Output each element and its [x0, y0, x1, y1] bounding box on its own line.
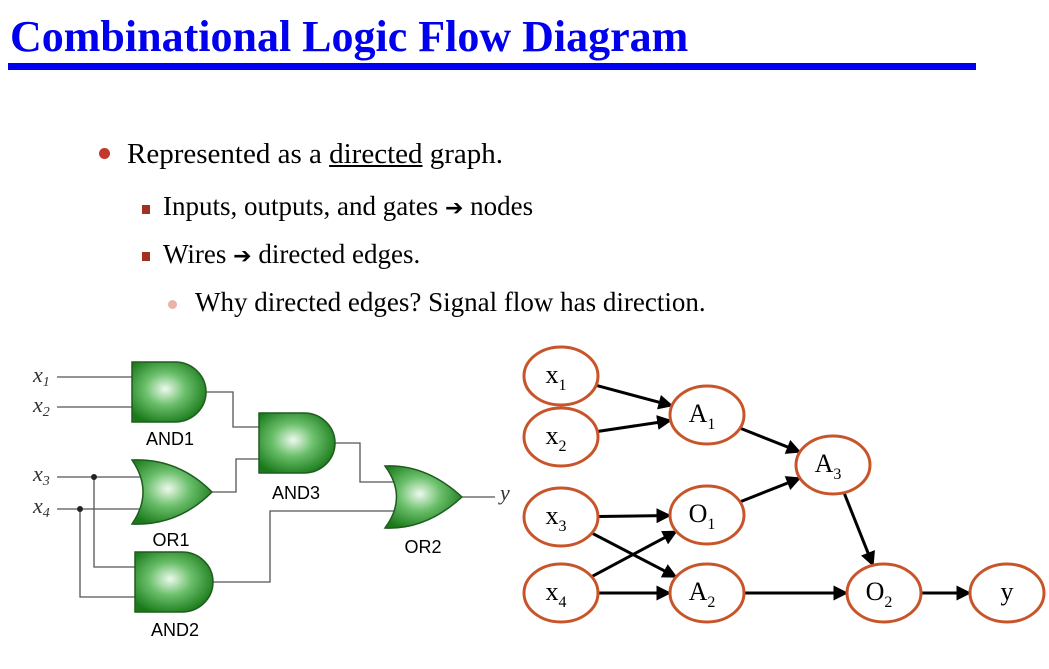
schematic-input-x3: x3 — [32, 461, 50, 489]
or-gate-icon — [383, 465, 464, 529]
wire — [212, 510, 398, 583]
gate-label-or1: OR1 — [152, 530, 189, 550]
graph-node-x1 — [522, 345, 600, 407]
or-gate-icon — [130, 459, 214, 525]
schematic-input-x2: x2 — [32, 392, 50, 420]
edge-A1-A3 — [739, 426, 802, 454]
and-gate-icon — [134, 551, 214, 613]
edge-x3-O1 — [597, 508, 672, 524]
wire — [57, 376, 133, 408]
and-gate-icon — [131, 361, 207, 423]
wire — [79, 509, 135, 598]
gate-label-and1: AND1 — [146, 429, 194, 449]
wire — [57, 476, 140, 510]
wire — [205, 391, 260, 428]
wire — [93, 477, 135, 568]
edge-x2-A1 — [597, 415, 673, 434]
graph-node-x3 — [522, 486, 600, 548]
logic-schematic: x1 x2 x3 x4 y AND1 OR1 AND3 AND2 OR2 — [32, 361, 510, 640]
wire — [210, 458, 260, 493]
edge-x1-A1 — [595, 383, 674, 410]
junction-dot — [91, 474, 97, 480]
and-gate-icon — [258, 412, 336, 474]
schematic-input-x4: x4 — [32, 493, 50, 521]
graph-node-x4 — [522, 562, 600, 624]
directed-graph: x1x2x3x4A1O1A2A3O2 y — [522, 345, 1046, 624]
junction-dot — [77, 506, 83, 512]
graph-node-label-y: y — [1001, 577, 1014, 606]
gate-label-or2: OR2 — [404, 537, 441, 557]
edge-O1-A3 — [739, 476, 802, 504]
gate-label-and3: AND3 — [272, 483, 320, 503]
gate-label-and2: AND2 — [151, 620, 199, 640]
diagram-canvas: x1 x2 x3 x4 y AND1 OR1 AND3 AND2 OR2 x1x… — [32, 345, 1046, 640]
edge-A3-O2 — [842, 492, 875, 567]
schematic-input-x1: x1 — [32, 362, 50, 390]
wire — [334, 442, 398, 483]
graph-node-x2 — [522, 406, 600, 468]
schematic-output-y: y — [498, 480, 510, 505]
